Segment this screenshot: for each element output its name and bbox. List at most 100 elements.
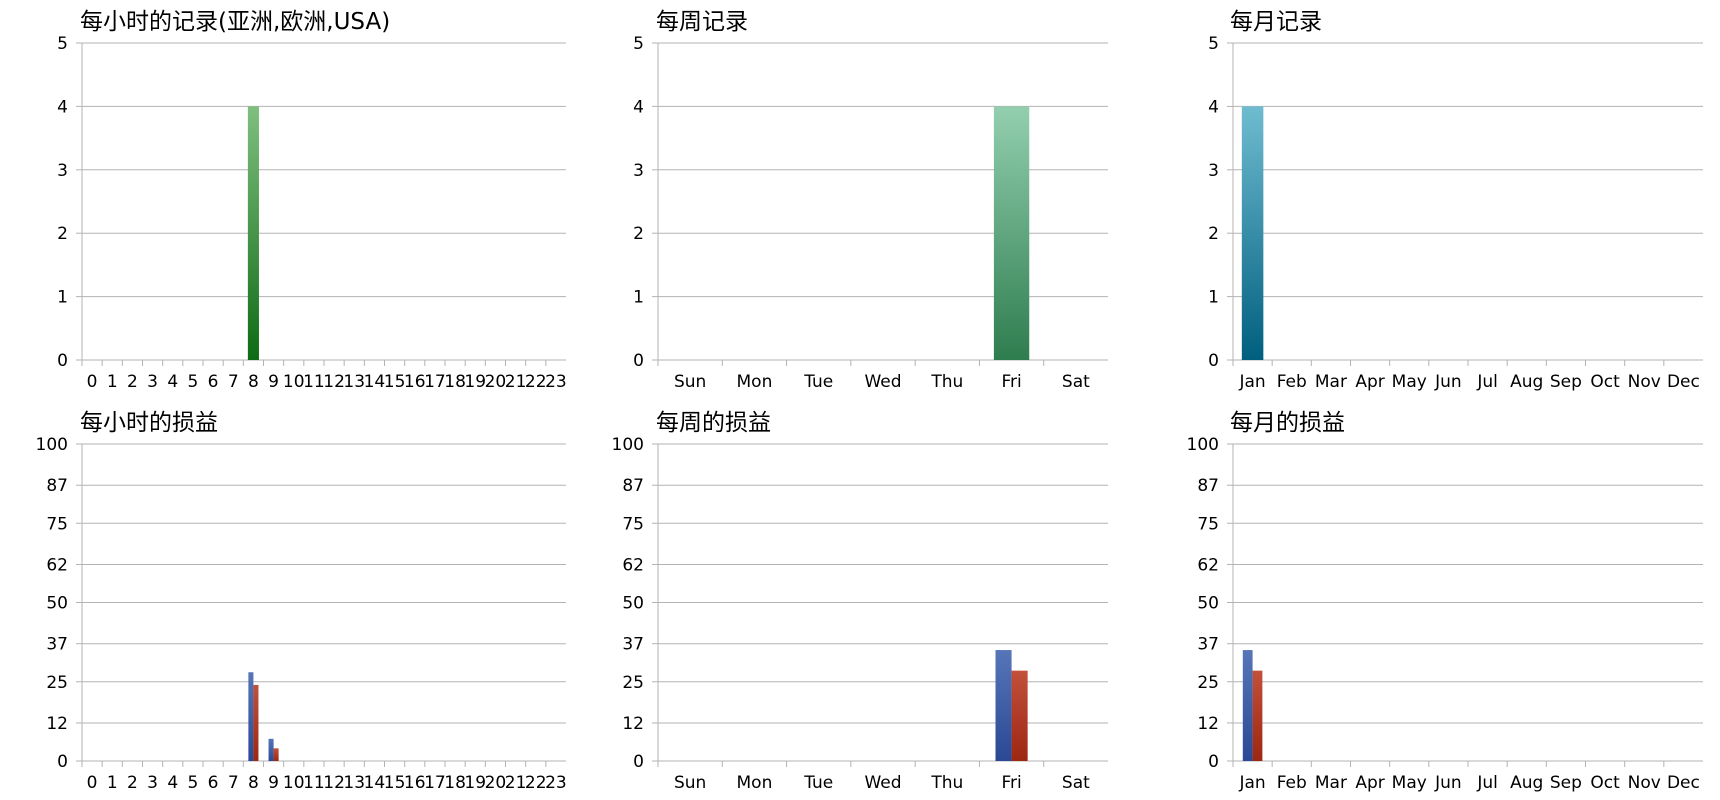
bar-Jan-series-1 <box>1242 650 1253 761</box>
y-tick-label: 75 <box>622 514 644 534</box>
x-tick-label: 9 <box>268 372 279 392</box>
x-tick-label: 3 <box>147 372 158 392</box>
x-tick-label: 14 <box>364 773 386 793</box>
x-tick-label: 10 <box>283 773 305 793</box>
x-tick-label: 19 <box>464 773 486 793</box>
y-tick-label: 87 <box>46 476 68 496</box>
y-tick-label: 12 <box>46 714 68 734</box>
y-tick-label: 2 <box>57 224 68 244</box>
chart-title: 每周记录 <box>656 9 748 35</box>
x-tick-label: 6 <box>208 773 219 793</box>
y-tick-label: 87 <box>622 476 644 496</box>
bar-Fri-series-1 <box>993 106 1030 361</box>
x-tick-label: 17 <box>424 773 446 793</box>
chart-panel-3: 每月记录 0 1 2 3 4 5 Jan Feb Mar Apr May Jun Jul Aug Sep Oct… <box>1208 9 1703 392</box>
y-tick-label: 0 <box>57 752 68 772</box>
y-tick-label: 25 <box>1197 673 1219 693</box>
y-tick-label: 2 <box>1208 224 1219 244</box>
y-tick-label: 62 <box>622 555 644 575</box>
x-tick-label: 18 <box>444 372 466 392</box>
y-tick-label: 87 <box>1197 476 1219 496</box>
x-tick-label: Thu <box>930 372 963 392</box>
y-tick-label: 50 <box>46 594 68 614</box>
y-tick-label: 4 <box>57 97 68 117</box>
y-tick-label: 100 <box>36 435 68 455</box>
x-tick-label: 0 <box>87 372 98 392</box>
x-tick-label: 8 <box>248 773 259 793</box>
x-tick-label: 17 <box>424 372 446 392</box>
charts-canvas: 每小时的记录(亚洲,欧洲,USA)0123450 1 2 3 4 5 6 7 8 9 1011121… <box>36 9 1703 793</box>
y-tick-label: 1 <box>1208 288 1219 308</box>
chart-panel-6: 每月的损益 0 12 25 37 50 62 75 87 100 Jan Feb Mar Apr May Ju… <box>1187 410 1703 793</box>
x-tick-label: Jun <box>1434 773 1462 793</box>
bar-Jan-series-2 <box>1252 670 1263 761</box>
x-tick-label: Oct <box>1590 773 1620 793</box>
x-tick-label: Aug <box>1510 773 1543 793</box>
y-tick-label: 0 <box>57 351 68 371</box>
x-tick-label: Jun <box>1434 372 1462 392</box>
x-tick-label: Dec <box>1667 773 1700 793</box>
x-tick-label: 22 <box>525 372 547 392</box>
x-tick-label: Sat <box>1062 773 1090 793</box>
x-tick-label: Sun <box>674 773 706 793</box>
x-tick-label: 12 <box>323 773 345 793</box>
bar-Jan-series-1 <box>1241 106 1264 361</box>
x-tick-label: Sun <box>674 372 706 392</box>
x-tick-label: Sep <box>1550 773 1582 793</box>
x-tick-label: 20 <box>485 773 507 793</box>
y-tick-label: 5 <box>633 34 644 54</box>
x-tick-label: Nov <box>1628 372 1661 392</box>
x-tick-label: 7 <box>228 372 239 392</box>
x-tick-label: Aug <box>1510 372 1543 392</box>
x-tick-label: 5 <box>188 372 199 392</box>
bar-8-series-2 <box>253 684 259 761</box>
x-tick-label: 5 <box>188 773 199 793</box>
chart-title: 每月记录 <box>1230 9 1322 35</box>
bar-8-series-1 <box>248 672 254 761</box>
x-tick-label: 23 <box>545 773 567 793</box>
x-tick-label: 1 <box>107 372 118 392</box>
bar-Fri-series-2 <box>1011 670 1028 761</box>
x-tick-label: 4 <box>167 773 178 793</box>
x-tick-label: 13 <box>343 773 365 793</box>
bar-9-series-2 <box>273 748 279 761</box>
x-tick-label: 22 <box>525 773 547 793</box>
y-tick-label: 62 <box>46 555 68 575</box>
x-tick-label: Mon <box>737 773 773 793</box>
x-tick-label: 10 <box>283 372 305 392</box>
y-tick-label: 75 <box>1197 514 1219 534</box>
x-tick-label: Sat <box>1062 372 1090 392</box>
x-tick-label: 18 <box>444 773 466 793</box>
x-tick-label: Dec <box>1667 372 1700 392</box>
y-tick-label: 4 <box>633 97 644 117</box>
chart-title: 每小时的损益 <box>80 410 218 436</box>
x-tick-label: Feb <box>1277 372 1307 392</box>
x-tick-label: Wed <box>864 773 901 793</box>
x-tick-label: Sep <box>1550 372 1582 392</box>
x-tick-label: Tue <box>803 773 833 793</box>
y-tick-label: 37 <box>46 635 68 655</box>
x-tick-label: 20 <box>485 372 507 392</box>
chart-panel-2: 每周记录 0 1 2 3 4 5 Sun Mon Tue Wed Thu Fri Sat <box>633 9 1108 392</box>
y-tick-label: 5 <box>57 34 68 54</box>
x-tick-label: Apr <box>1355 372 1384 392</box>
x-tick-label: 21 <box>505 773 527 793</box>
y-tick-label: 5 <box>1208 34 1219 54</box>
y-tick-label: 0 <box>1208 752 1219 772</box>
y-tick-label: 12 <box>1197 714 1219 734</box>
x-tick-label: 21 <box>505 372 527 392</box>
x-tick-label: 8 <box>248 372 259 392</box>
x-tick-label: 15 <box>384 372 406 392</box>
chart-title: 每小时的记录(亚洲,欧洲,USA) <box>80 9 390 35</box>
x-tick-label: 12 <box>323 372 345 392</box>
x-tick-label: Fri <box>1001 773 1021 793</box>
x-tick-label: Feb <box>1277 773 1307 793</box>
y-tick-label: 25 <box>622 673 644 693</box>
y-tick-label: 1 <box>57 288 68 308</box>
y-tick-label: 4 <box>1208 97 1219 117</box>
y-tick-label: 12 <box>622 714 644 734</box>
x-tick-label: Jan <box>1238 773 1265 793</box>
x-tick-label: 15 <box>384 773 406 793</box>
bar-Fri-series-1 <box>995 650 1012 761</box>
x-tick-label: Tue <box>803 372 833 392</box>
